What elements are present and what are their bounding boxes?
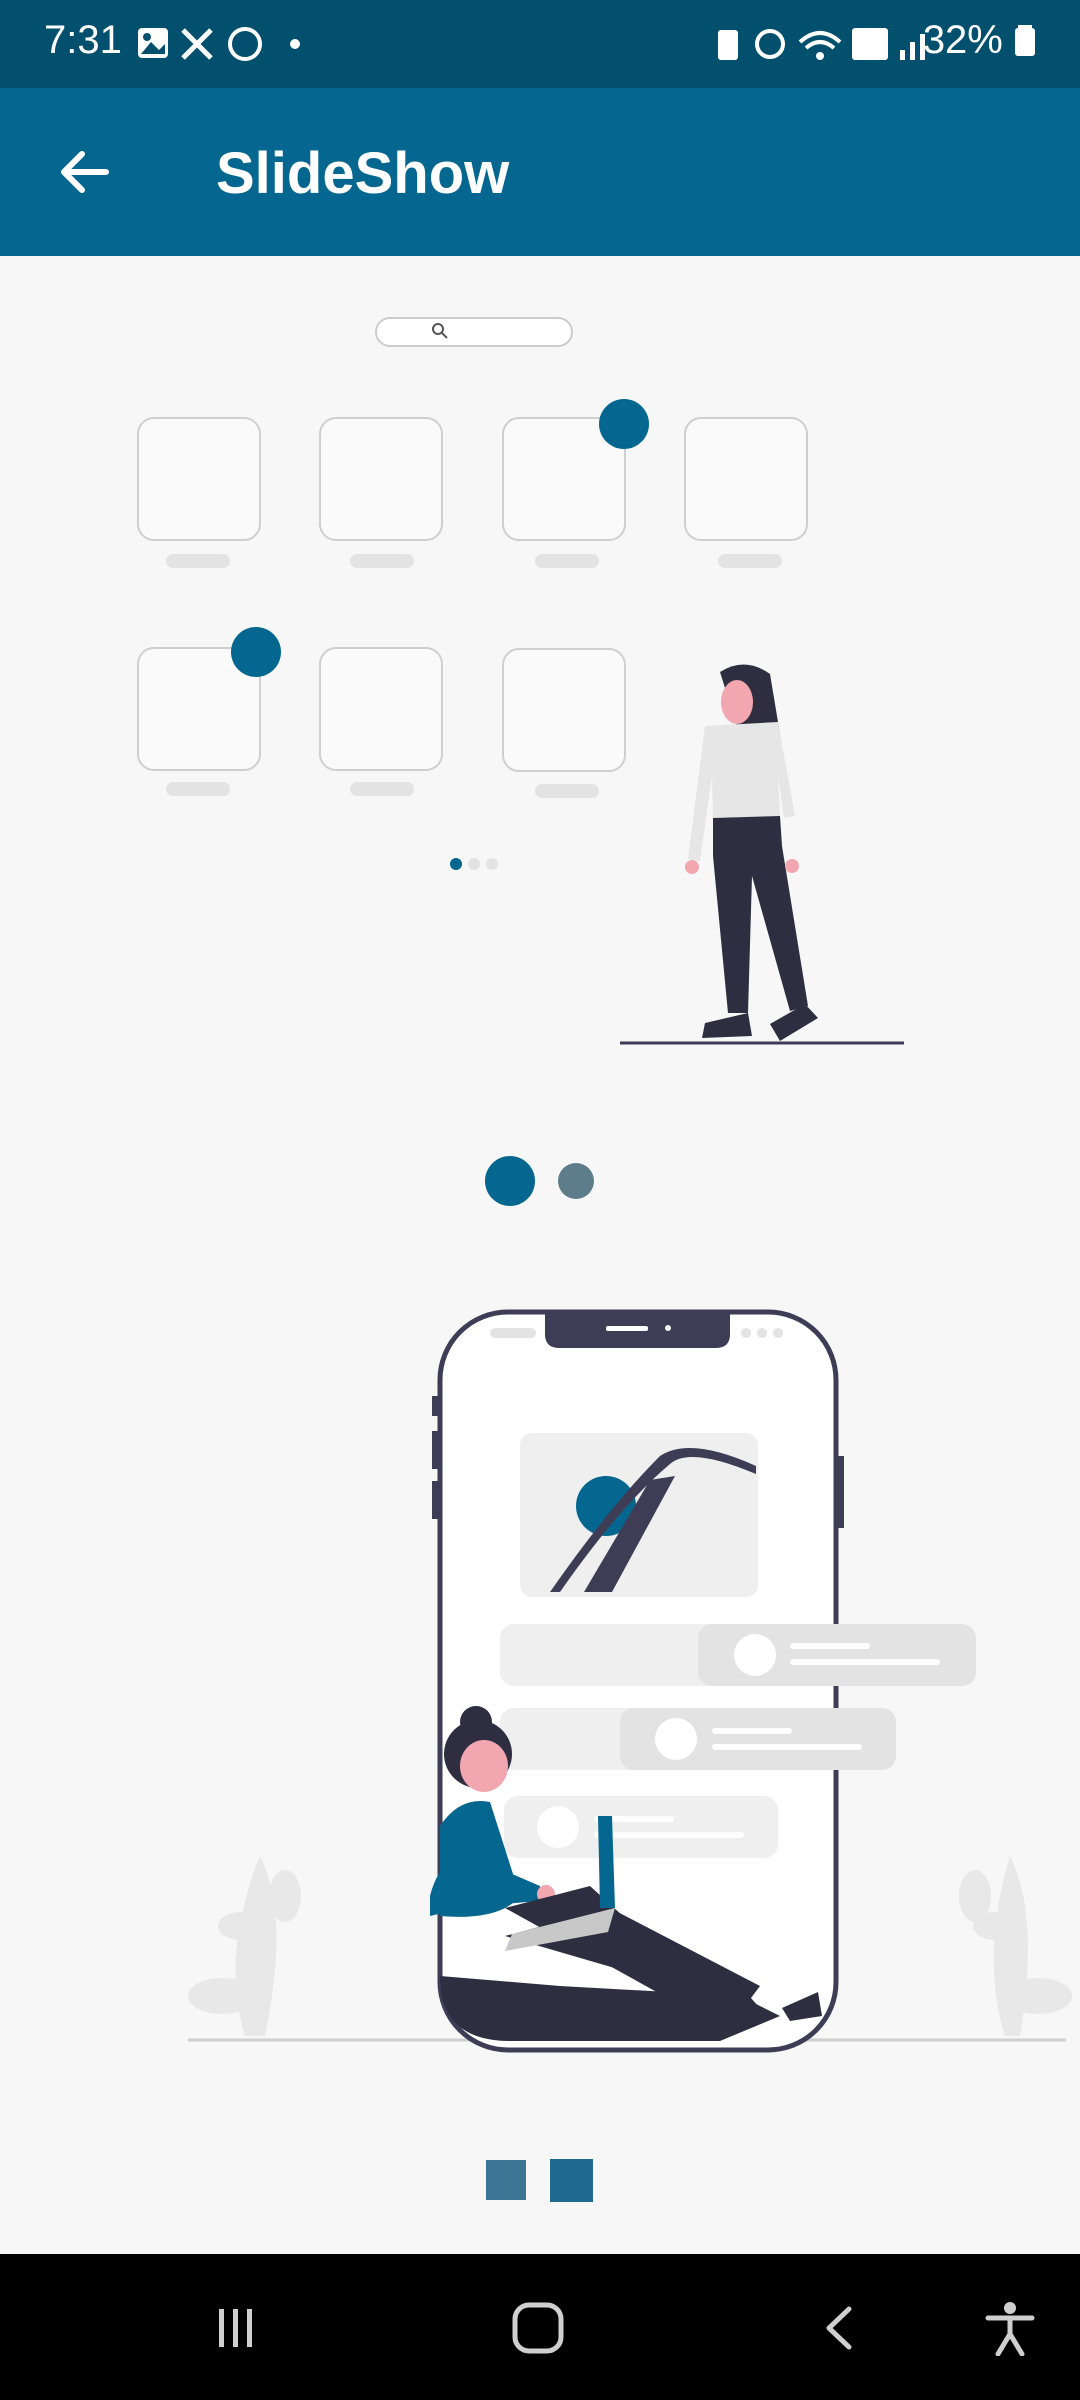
system-status-icons	[718, 28, 925, 60]
bottom-indicator-1[interactable]	[486, 2160, 526, 2200]
page-indicator-dot-2[interactable]	[558, 1163, 594, 1199]
chevron-left-icon	[826, 2306, 852, 2350]
slide-illustration-app-grid[interactable]	[0, 256, 1080, 1076]
accessibility-button[interactable]	[960, 2278, 1060, 2378]
status-bar: 7:31 32%	[0, 0, 1080, 88]
bottom-indicator-2[interactable]	[550, 2159, 593, 2202]
page-indicator-dot-1[interactable]	[485, 1156, 535, 1206]
nav-back-button[interactable]	[790, 2278, 890, 2378]
recents-button[interactable]	[186, 2278, 286, 2378]
arrow-left-icon	[61, 151, 109, 193]
home-icon	[512, 2302, 564, 2354]
app-bar: SlideShow	[0, 88, 1080, 256]
page-title: SlideShow	[216, 141, 510, 206]
back-button[interactable]	[40, 128, 128, 216]
notification-icons	[138, 27, 300, 61]
slideshow-content	[0, 256, 1080, 2254]
recents-icon	[219, 2309, 252, 2347]
battery-icon	[1015, 25, 1035, 56]
battery-percentage: 32%	[923, 18, 1036, 63]
system-nav-bar	[0, 2254, 1080, 2400]
status-time: 7:31	[44, 18, 122, 62]
accessibility-icon	[985, 2302, 1035, 2356]
slide-illustration-phone[interactable]	[0, 1296, 1080, 2096]
home-button[interactable]	[488, 2278, 588, 2378]
